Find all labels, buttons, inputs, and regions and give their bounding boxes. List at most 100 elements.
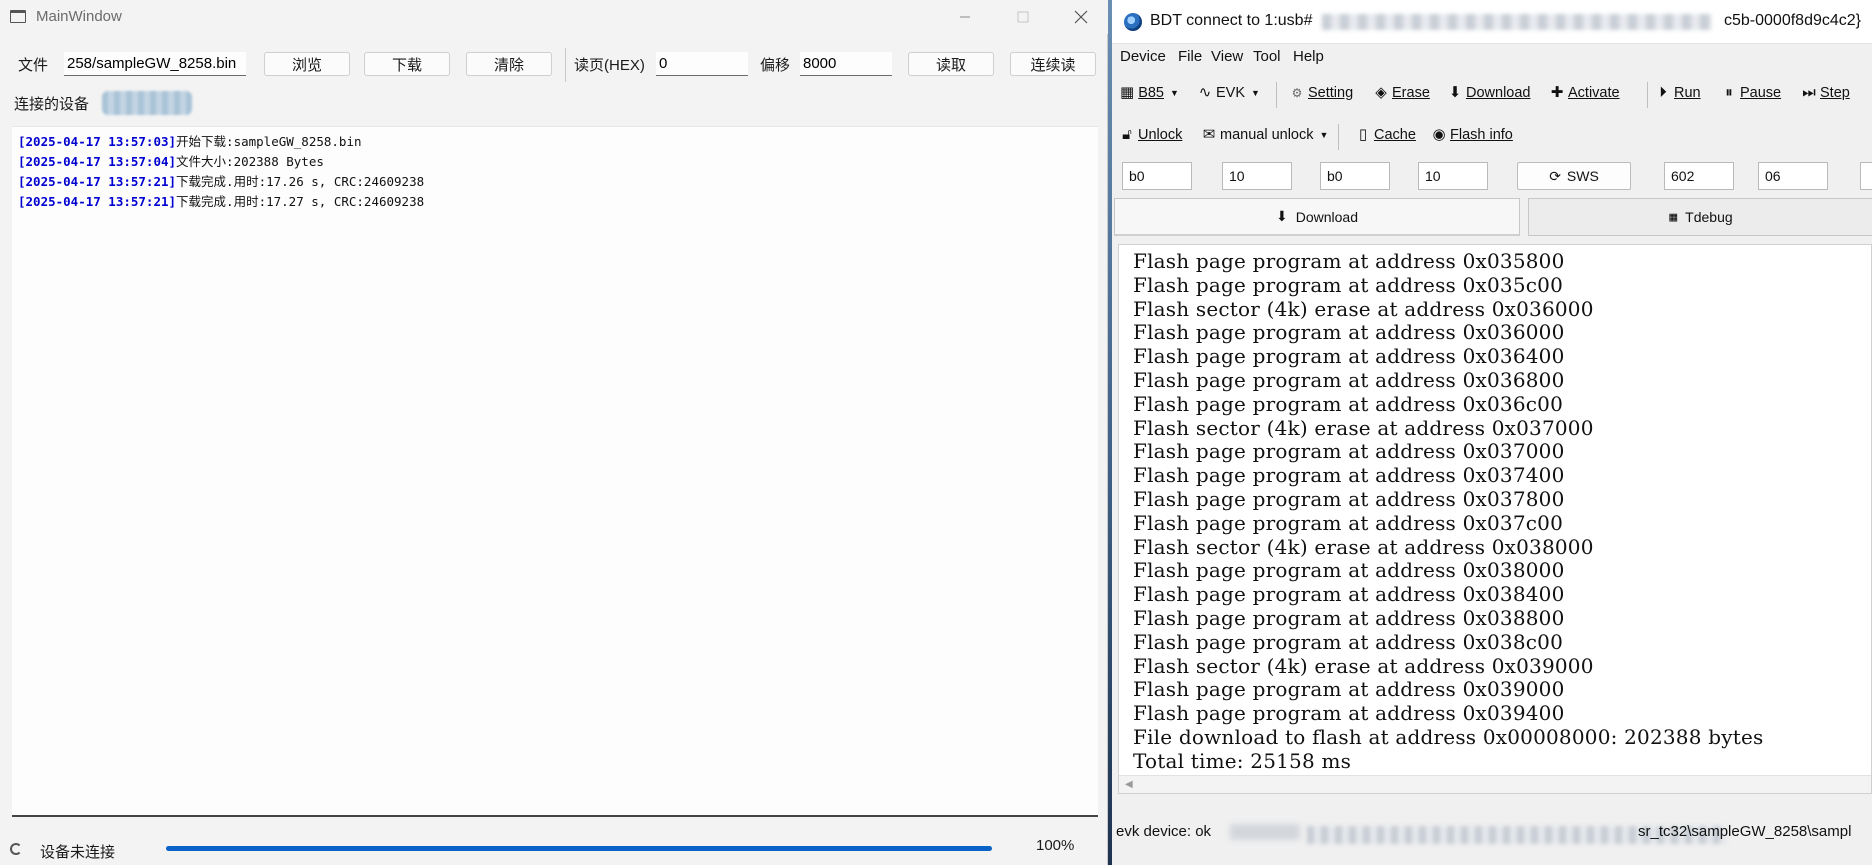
file-path-input[interactable] [64,52,246,76]
console-line: Flash sector (4k) erase at address 0x036… [1133,296,1594,321]
console-line: File download to flash at address 0x0000… [1133,724,1764,749]
console-line: Flash page program at address 0x036800 [1133,367,1565,392]
flash-info-button[interactable]: ◉ Flash info [1432,127,1512,144]
console-line: Flash page program at address 0x037000 [1133,439,1565,464]
setting-label: Setting [1308,85,1354,101]
bdt-titlebar: BDT connect to 1:usb# c5b-0000f8d9c4c2} [1112,0,1872,44]
log-timestamp: [2025-04-17 13:57:21] [18,194,177,209]
chevron-down-icon: ▼ [1251,88,1260,98]
console-line: Flash page program at address 0x038c00 [1133,629,1563,654]
console-line: Flash page program at address 0x038000 [1133,558,1565,583]
console-line: Flash sector (4k) erase at address 0x039… [1133,653,1594,678]
log-timestamp: [2025-04-17 13:57:03] [18,134,177,149]
status-file-path: sr_tc32\sampleGW_8258\sampl [1638,823,1852,840]
download-button[interactable]: 下载 [364,52,450,76]
chip-icon: ▦ [1120,84,1135,101]
close-button[interactable] [1052,0,1110,34]
bdt-logo-icon [1124,13,1142,31]
offset-input[interactable] [800,52,892,76]
maximize-button[interactable] [994,0,1052,34]
manual-unlock-select[interactable]: ✉ manual unlock ▼ [1202,126,1329,144]
log-line: [2025-04-17 13:57:21]下载完成.用时:17.26 s, CR… [18,172,1092,192]
run-icon: ⏵ [1659,84,1667,101]
download-tool-button[interactable]: ⬇ Download [1448,85,1531,102]
toolbar-divider [565,48,566,82]
connection-status-icon [10,843,22,855]
main-toolbar: 文件 浏览 下载 清除 读页(HEX) 偏移 读取 连续读 [0,44,1108,84]
browse-button[interactable]: 浏览 [264,52,350,76]
activate-button[interactable]: ✚ Activate [1550,85,1620,102]
chip-select[interactable]: ▦ B85 ▼ [1120,84,1179,102]
log-line: [2025-04-17 13:57:04]文件大小:202388 Bytes [18,152,1092,172]
step-button[interactable]: ⏭ Step [1802,85,1850,102]
pause-icon: ⏸ [1725,84,1733,101]
connected-devices-row: 连接的设备 [0,88,1108,118]
mail-icon: ✉ [1202,126,1216,143]
param-field[interactable]: b0 [1122,162,1192,190]
step-label: Step [1820,85,1850,101]
board-select[interactable]: ∿ EVK ▼ [1198,85,1260,102]
pause-button[interactable]: ⏸ Pause [1722,84,1781,102]
menu-file[interactable]: File [1178,48,1202,65]
continuous-read-button[interactable]: 连续读 [1010,52,1096,76]
clear-button[interactable]: 清除 [466,52,552,76]
toolbar-divider [1338,124,1339,150]
manual-unlock-label: manual unlock [1220,127,1314,143]
tab-tdebug-label: Tdebug [1685,209,1733,225]
bdt-title-prefix: BDT connect to 1:usb# [1150,12,1313,29]
erase-button[interactable]: ◈ Erase [1374,84,1430,102]
main-status-bar: 设备未连接 100% [0,833,1108,865]
redacted-device-path [1322,14,1712,30]
device-ok-status: evk device: ok [1116,823,1212,840]
console-line: Flash sector (4k) erase at address 0x038… [1133,534,1594,559]
param-field[interactable]: 602 [1664,162,1734,190]
main-window-title: MainWindow [36,8,122,25]
param-field[interactable]: 10 [1418,162,1488,190]
read-button[interactable]: 读取 [908,52,994,76]
device-list-redacted[interactable] [102,91,192,115]
download-tool-label: Download [1466,85,1531,101]
connected-devices-label: 连接的设备 [14,96,90,113]
log-line: [2025-04-17 13:57:03]开始下载:sampleGW_8258.… [18,132,1092,152]
console-line: Flash page program at address 0x037400 [1133,463,1565,488]
main-window: MainWindow 文件 浏览 下载 清除 读页(HEX) 偏移 读取 连续读… [0,0,1108,865]
tab-download-label: Download [1295,208,1358,225]
console-line: Flash page program at address 0x036000 [1133,320,1565,345]
console-line: Flash page program at address 0x039000 [1133,677,1565,702]
run-button[interactable]: ⏵ Run [1656,84,1700,102]
menu-help[interactable]: Help [1293,48,1324,65]
chip-label: B85 [1138,85,1164,101]
sws-button[interactable]: ⟳ SWS [1517,162,1631,190]
horizontal-scrollbar[interactable]: ◀ [1119,775,1871,793]
maximize-icon [1017,11,1029,23]
menu-tool[interactable]: Tool [1253,48,1281,65]
eraser-icon: ◈ [1375,84,1387,101]
setting-button[interactable]: ⚙ Setting [1290,85,1354,101]
progress-percent: 100% [1036,837,1075,854]
param-field[interactable]: b0 [1320,162,1390,190]
tab-tdebug[interactable]: ▦ Tdebug [1528,198,1872,236]
console-line: Flash page program at address 0x039400 [1133,701,1565,726]
lock-icon: 🔓︎ [1122,126,1132,143]
log-message: 下载完成.用时:17.26 s, CRC:24609238 [176,174,425,189]
window-app-icon [10,10,26,23]
cache-button[interactable]: ▯ Cache [1356,127,1416,144]
tab-download[interactable]: ⬇ Download [1114,198,1520,236]
scroll-left-icon[interactable]: ◀ [1125,779,1133,790]
param-field[interactable]: 06 [1758,162,1828,190]
console-line: Flash page program at address 0x038400 [1133,582,1565,607]
menu-device[interactable]: Device [1120,48,1166,65]
log-message: 下载完成.用时:17.27 s, CRC:24609238 [176,194,425,209]
download-console: Flash page program at address 0x035800 Fl… [1118,244,1872,794]
read-page-input[interactable] [656,52,748,76]
console-line: Flash page program at address 0x037800 [1133,486,1565,511]
binary-icon: ▦ [1669,209,1678,225]
param-field[interactable]: 10 [1222,162,1292,190]
unlock-button[interactable]: 🔓︎ Unlock [1120,126,1182,144]
minimize-button[interactable] [936,0,994,34]
gear-icon: ⚙ [1291,86,1303,100]
menu-view[interactable]: View [1211,48,1243,65]
param-field-clipped[interactable] [1860,162,1872,190]
activate-label: Activate [1568,85,1620,101]
toolbar-divider [1276,82,1277,108]
